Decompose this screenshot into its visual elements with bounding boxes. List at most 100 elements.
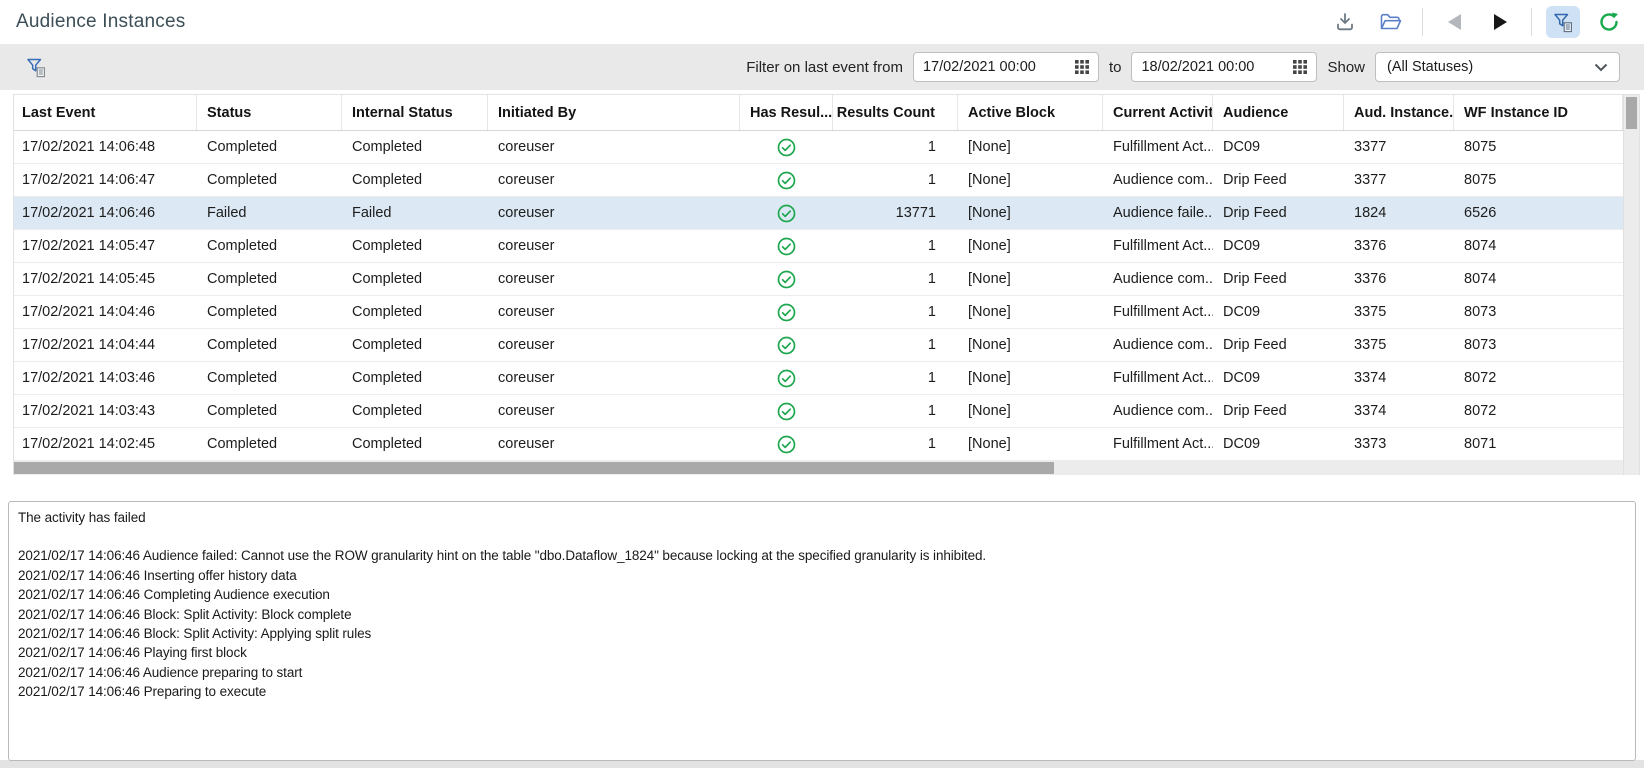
date-to-field[interactable] [1131, 52, 1317, 82]
cell-aud_instance: 3377 [1344, 164, 1454, 196]
column-header-initiated_by[interactable]: Initiated By [488, 95, 740, 130]
cell-audience: Drip Feed [1213, 197, 1344, 229]
cell-internal_status: Completed [342, 329, 488, 361]
cell-audience: DC09 [1213, 428, 1344, 460]
back-button[interactable] [1437, 6, 1471, 38]
cell-last_event: 17/02/2021 14:03:43 [14, 395, 197, 427]
download-button[interactable] [1328, 6, 1362, 38]
cell-internal_status: Completed [342, 263, 488, 295]
column-header-status[interactable]: Status [197, 95, 342, 130]
check-circle-icon [777, 336, 796, 355]
cell-wf_instance: 8073 [1454, 329, 1623, 361]
table-row[interactable]: 17/02/2021 14:05:45CompletedCompletedcor… [14, 263, 1623, 296]
table-row[interactable]: 17/02/2021 14:05:47CompletedCompletedcor… [14, 230, 1623, 263]
column-header-internal_status[interactable]: Internal Status [342, 95, 488, 130]
horizontal-scrollbar-thumb[interactable] [14, 462, 1054, 474]
cell-audience: Drip Feed [1213, 395, 1344, 427]
check-circle-icon [777, 402, 796, 421]
cell-last_event: 17/02/2021 14:05:47 [14, 230, 197, 262]
cell-results_count: 1 [833, 296, 958, 328]
cell-status: Failed [197, 197, 342, 229]
cell-wf_instance: 8074 [1454, 263, 1623, 295]
cell-wf_instance: 8073 [1454, 296, 1623, 328]
cell-internal_status: Completed [342, 428, 488, 460]
cell-results_count: 1 [833, 230, 958, 262]
cell-initiated_by: coreuser [488, 395, 740, 427]
column-header-current_activity[interactable]: Current Activity [1103, 95, 1213, 130]
cell-last_event: 17/02/2021 14:04:46 [14, 296, 197, 328]
cell-has_results [740, 164, 833, 196]
calendar-grid-icon[interactable] [1293, 60, 1307, 74]
cell-audience: DC09 [1213, 131, 1344, 163]
cell-status: Completed [197, 164, 342, 196]
table-row[interactable]: 17/02/2021 14:06:47CompletedCompletedcor… [14, 164, 1623, 197]
cell-wf_instance: 8075 [1454, 131, 1623, 163]
calendar-grid-icon[interactable] [1075, 60, 1089, 74]
cell-wf_instance: 8072 [1454, 395, 1623, 427]
date-from-input[interactable] [923, 59, 1075, 75]
vertical-scrollbar[interactable] [1623, 95, 1639, 475]
column-header-results_count[interactable]: Results Count [833, 95, 958, 130]
status-filter-select[interactable]: (All Statuses) [1375, 52, 1620, 82]
column-header-audience[interactable]: Audience [1213, 95, 1344, 130]
cell-current_activity: Fulfillment Act... [1103, 296, 1213, 328]
table-row[interactable]: 17/02/2021 14:04:44CompletedCompletedcor… [14, 329, 1623, 362]
cell-results_count: 1 [833, 362, 958, 394]
cell-audience: DC09 [1213, 296, 1344, 328]
check-circle-icon [777, 435, 796, 454]
table-row[interactable]: 17/02/2021 14:06:46FailedFailedcoreuser1… [14, 197, 1623, 230]
cell-current_activity: Fulfillment Act... [1103, 230, 1213, 262]
cell-last_event: 17/02/2021 14:05:45 [14, 263, 197, 295]
horizontal-scrollbar[interactable] [14, 461, 1623, 475]
column-header-active_block[interactable]: Active Block [958, 95, 1103, 130]
titlebar: Audience Instances [0, 0, 1644, 44]
cell-has_results [740, 362, 833, 394]
check-circle-icon [777, 171, 796, 190]
cell-wf_instance: 8075 [1454, 164, 1623, 196]
log-line: 2021/02/17 14:06:46 Preparing to execute [18, 682, 1626, 701]
forward-button[interactable] [1483, 6, 1517, 38]
cell-has_results [740, 428, 833, 460]
cell-status: Completed [197, 362, 342, 394]
cell-initiated_by: coreuser [488, 131, 740, 163]
check-circle-icon [777, 369, 796, 388]
cell-active_block: [None] [958, 164, 1103, 196]
cell-status: Completed [197, 296, 342, 328]
cell-current_activity: Audience com... [1103, 263, 1213, 295]
refresh-button[interactable] [1592, 6, 1626, 38]
status-filter-value: (All Statuses) [1387, 59, 1473, 75]
filter-controls: Filter on last event from to Show [746, 52, 1620, 82]
cell-internal_status: Completed [342, 230, 488, 262]
page-title: Audience Instances [16, 11, 185, 33]
table-row[interactable]: 17/02/2021 14:04:46CompletedCompletedcor… [14, 296, 1623, 329]
cell-current_activity: Audience com... [1103, 329, 1213, 361]
column-header-has_results[interactable]: Has Resul... [740, 95, 833, 130]
table-row[interactable]: 17/02/2021 14:03:46CompletedCompletedcor… [14, 362, 1623, 395]
cell-results_count: 1 [833, 164, 958, 196]
log-line: 2021/02/17 14:06:46 Inserting offer hist… [18, 566, 1626, 585]
date-to-input[interactable] [1141, 59, 1293, 75]
column-header-wf_instance[interactable]: WF Instance ID [1454, 95, 1623, 130]
date-from-field[interactable] [913, 52, 1099, 82]
titlebar-actions [1328, 6, 1626, 38]
table-row[interactable]: 17/02/2021 14:06:48CompletedCompletedcor… [14, 131, 1623, 164]
cell-aud_instance: 3377 [1344, 131, 1454, 163]
spacer [0, 475, 1644, 501]
log-line: 2021/02/17 14:06:46 Playing first block [18, 643, 1626, 662]
cell-last_event: 17/02/2021 14:04:44 [14, 329, 197, 361]
cell-initiated_by: coreuser [488, 362, 740, 394]
filter-to-label: to [1109, 59, 1122, 76]
filter-list-button[interactable] [24, 55, 48, 79]
cell-initiated_by: coreuser [488, 164, 740, 196]
open-folder-button[interactable] [1374, 6, 1408, 38]
table-row[interactable]: 17/02/2021 14:03:43CompletedCompletedcor… [14, 395, 1623, 428]
column-header-last_event[interactable]: Last Event [14, 95, 197, 130]
vertical-scrollbar-thumb[interactable] [1626, 97, 1637, 129]
show-label: Show [1327, 59, 1365, 76]
column-header-aud_instance[interactable]: Aud. Instance... [1344, 95, 1454, 130]
filter-results-button[interactable] [1546, 6, 1580, 38]
cell-current_activity: Audience faile... [1103, 197, 1213, 229]
table-row[interactable]: 17/02/2021 14:02:45CompletedCompletedcor… [14, 428, 1623, 461]
cell-audience: Drip Feed [1213, 164, 1344, 196]
cell-status: Completed [197, 329, 342, 361]
